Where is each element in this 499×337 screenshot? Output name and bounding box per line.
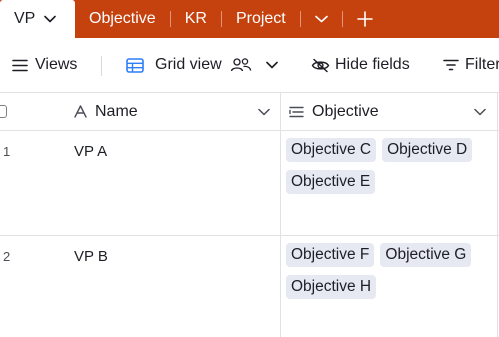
grid-view-label: Grid view xyxy=(155,56,222,73)
linked-record-chip[interactable]: Objective F xyxy=(286,243,375,267)
table-row[interactable]: 2 VP B Objective F Objective G Objective… xyxy=(0,236,499,337)
column-name-menu-button[interactable] xyxy=(258,93,270,130)
chevron-down-icon xyxy=(474,108,486,115)
tab-vp-label: VP xyxy=(14,10,36,27)
chevron-down-icon xyxy=(265,61,278,69)
tab-project-label: Project xyxy=(235,10,286,27)
tab-objective-label: Objective xyxy=(89,10,156,27)
hide-fields-label: Hide fields xyxy=(335,56,410,73)
objective-cell[interactable]: Objective C Objective D Objective E xyxy=(286,138,498,194)
grid-view-button[interactable]: Grid view xyxy=(126,38,278,92)
tab-project[interactable]: Project xyxy=(222,0,300,38)
eye-slash-icon xyxy=(311,58,330,72)
column-name-label: Name xyxy=(95,102,138,120)
hamburger-icon xyxy=(12,59,28,71)
linked-record-chip[interactable]: Objective C xyxy=(286,138,377,162)
more-tables-button[interactable] xyxy=(301,0,342,38)
view-toolbar: Views Grid view Hide fields Filter xyxy=(0,38,499,92)
column-header-name[interactable]: Name xyxy=(74,93,138,130)
hide-fields-button[interactable]: Hide fields xyxy=(311,38,410,92)
tab-objective[interactable]: Objective xyxy=(75,0,170,38)
add-table-button[interactable] xyxy=(343,0,387,38)
table-tab-bar: VP Objective KR Project xyxy=(0,0,499,38)
filter-button[interactable]: Filter xyxy=(443,38,499,92)
toolbar-divider xyxy=(101,56,102,76)
linked-record-chip[interactable]: Objective G xyxy=(380,243,472,267)
chevron-down-icon xyxy=(258,108,270,115)
name-cell[interactable]: VP B xyxy=(74,248,108,265)
chevron-down-icon[interactable] xyxy=(44,15,57,23)
tab-vp[interactable]: VP xyxy=(0,0,75,38)
column-objective-label: Objective xyxy=(312,102,379,120)
tab-kr[interactable]: KR xyxy=(171,0,221,38)
table-row[interactable]: 1 VP A Objective C Objective D Objective… xyxy=(0,131,499,236)
linked-record-chip[interactable]: Objective H xyxy=(286,275,377,299)
column-objective-menu-button[interactable] xyxy=(474,93,486,130)
views-button[interactable]: Views xyxy=(12,38,77,92)
objective-cell[interactable]: Objective F Objective G Objective H xyxy=(286,243,498,299)
checkbox[interactable] xyxy=(0,105,7,118)
chevron-down-icon xyxy=(314,15,328,23)
linked-record-chip[interactable]: Objective D xyxy=(382,138,473,162)
linked-record-icon xyxy=(289,106,304,117)
filter-icon xyxy=(443,59,459,71)
column-header-objective[interactable]: Objective xyxy=(289,93,379,130)
tab-kr-label: KR xyxy=(184,10,207,27)
linked-record-chip[interactable]: Objective E xyxy=(286,170,376,194)
filter-label: Filter xyxy=(465,56,499,73)
name-cell[interactable]: VP A xyxy=(74,143,107,160)
views-label: Views xyxy=(35,56,78,73)
text-field-icon xyxy=(74,105,87,118)
select-all-checkbox[interactable] xyxy=(0,93,7,130)
plus-icon xyxy=(356,11,373,27)
grid-view-icon xyxy=(126,57,144,73)
row-number: 2 xyxy=(3,249,11,264)
grid-header-row: Name Objective xyxy=(0,92,499,131)
row-number: 1 xyxy=(3,144,11,159)
collaborators-icon xyxy=(230,58,251,72)
